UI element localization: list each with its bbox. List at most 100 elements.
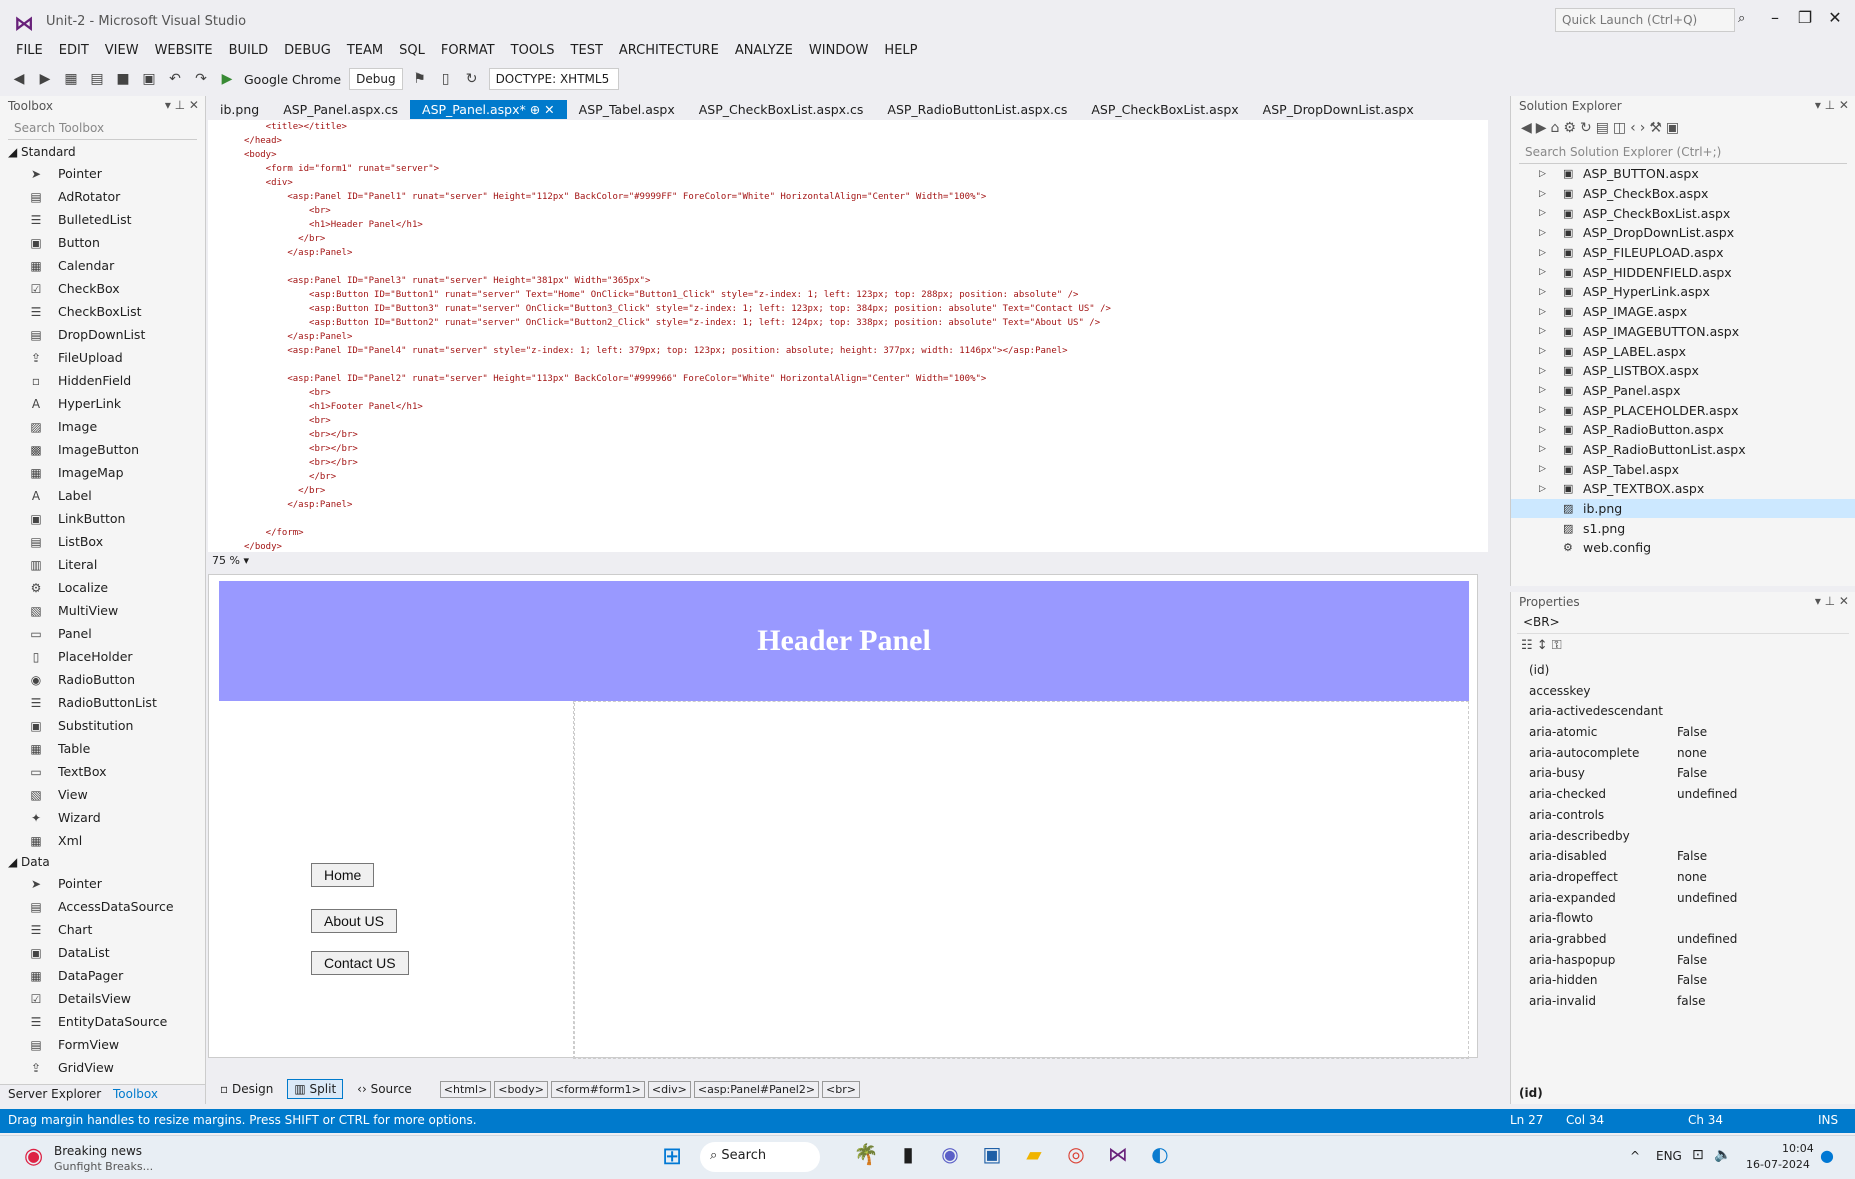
- toolbox-item-multiview[interactable]: ▧ MultiView: [0, 599, 205, 622]
- code-line[interactable]: </asp:Panel>: [208, 330, 1488, 344]
- visual-studio-icon[interactable]: ⋈: [1102, 1142, 1134, 1166]
- menu-help[interactable]: HELP: [876, 40, 925, 64]
- doctype-dropdown[interactable]: DOCTYPE: XHTML5: [488, 68, 619, 90]
- button-panel[interactable]: Home About US Contact US: [219, 703, 575, 1059]
- expand-icon[interactable]: ▷: [1539, 267, 1553, 277]
- property-value[interactable]: False: [1677, 846, 1855, 867]
- toolbox-item-substitution[interactable]: ▣ Substitution: [0, 714, 205, 737]
- toolbox-item-table[interactable]: ▦ Table: [0, 737, 205, 760]
- property-value[interactable]: none: [1677, 743, 1855, 764]
- property-value[interactable]: [1677, 701, 1855, 722]
- task-view-icon[interactable]: ▮: [892, 1142, 924, 1166]
- code-line[interactable]: <h1>Footer Panel</h1>: [208, 400, 1488, 414]
- expand-icon[interactable]: ▷: [1539, 405, 1553, 415]
- toolbox-item-xml[interactable]: ▦ Xml: [0, 829, 205, 852]
- expand-icon[interactable]: ▷: [1539, 425, 1553, 435]
- toolbox-item-hiddenfield[interactable]: ▫ HiddenField: [0, 369, 205, 392]
- breadcrumb-tag[interactable]: <body>: [494, 1080, 548, 1098]
- property-value[interactable]: undefined: [1677, 929, 1855, 950]
- expand-icon[interactable]: ▷: [1539, 444, 1553, 454]
- toolbox-data-item-datapager[interactable]: ▦ DataPager: [0, 964, 205, 987]
- toolbox-item-image[interactable]: ▨ Image: [0, 415, 205, 438]
- code-line[interactable]: [208, 512, 1488, 526]
- toolbox-item-dropdownlist[interactable]: ▤ DropDownList: [0, 323, 205, 346]
- menu-view[interactable]: VIEW: [97, 40, 147, 64]
- search-icon[interactable]: ⌕: [1738, 11, 1745, 26]
- code-line[interactable]: </asp:Panel>: [208, 498, 1488, 512]
- tab-asp-radiobuttonlist-aspx-cs[interactable]: ASP_RadioButtonList.aspx.cs: [875, 100, 1079, 119]
- breadcrumb-tag[interactable]: <form#form1>: [550, 1080, 645, 1098]
- object-selector[interactable]: <BR>: [1517, 612, 1849, 634]
- solution-item[interactable]: ▷ ▣ ASP_LISTBOX.aspx: [1511, 361, 1855, 381]
- solution-item[interactable]: ▷ ▣ ASP_HyperLink.aspx: [1511, 282, 1855, 302]
- expand-icon[interactable]: ▷: [1539, 484, 1553, 494]
- property-row[interactable]: aria-invalid false: [1511, 991, 1855, 1012]
- network-icon[interactable]: ⊡: [1692, 1147, 1704, 1163]
- code-line[interactable]: <br></br>: [208, 428, 1488, 442]
- toolbox-group-data[interactable]: ◢ Data: [0, 852, 205, 872]
- property-value[interactable]: False: [1677, 950, 1855, 971]
- solution-item[interactable]: ▷ ▣ ASP_PLACEHOLDER.aspx: [1511, 400, 1855, 420]
- restore-button[interactable]: ❐: [1792, 8, 1818, 27]
- menu-edit[interactable]: EDIT: [51, 40, 97, 64]
- code-line[interactable]: <body>: [208, 148, 1488, 162]
- property-value[interactable]: False: [1677, 763, 1855, 784]
- property-value[interactable]: [1677, 908, 1855, 929]
- close-button[interactable]: ✕: [1822, 8, 1848, 27]
- code-line[interactable]: <br>: [208, 386, 1488, 400]
- toolbox-item-radiobutton[interactable]: ◉ RadioButton: [0, 668, 205, 691]
- property-row[interactable]: aria-flowto: [1511, 908, 1855, 929]
- solution-item[interactable]: ▨ s1.png: [1511, 518, 1855, 538]
- property-row[interactable]: aria-haspopup False: [1511, 950, 1855, 971]
- toolbox-item-linkbutton[interactable]: ▣ LinkButton: [0, 507, 205, 530]
- code-line[interactable]: <asp:Panel ID="Panel2" runat="server" He…: [208, 372, 1488, 386]
- toolbox-item-hyperlink[interactable]: A HyperLink: [0, 392, 205, 415]
- solution-item[interactable]: ▷ ▣ ASP_RadioButtonList.aspx: [1511, 440, 1855, 460]
- code-line[interactable]: <div>: [208, 176, 1488, 190]
- toolbox-item-imagemap[interactable]: ▦ ImageMap: [0, 461, 205, 484]
- property-value[interactable]: [1677, 681, 1855, 702]
- windows-start-icon[interactable]: ⊞: [662, 1142, 682, 1170]
- zoom-level[interactable]: 75 % ▾: [208, 552, 1488, 570]
- code-line[interactable]: </br>: [208, 470, 1488, 484]
- menu-analyze[interactable]: ANALYZE: [727, 40, 801, 64]
- code-line[interactable]: <br></br>: [208, 442, 1488, 456]
- property-value[interactable]: none: [1677, 867, 1855, 888]
- expand-icon[interactable]: ▷: [1539, 189, 1553, 199]
- tab-asp-checkboxlist-aspx-cs[interactable]: ASP_CheckBoxList.aspx.cs: [687, 100, 876, 119]
- solution-item[interactable]: ▨ ib.png: [1511, 498, 1855, 519]
- menu-team[interactable]: TEAM: [339, 40, 391, 64]
- property-row[interactable]: aria-atomic False: [1511, 722, 1855, 743]
- solution-item[interactable]: ▷ ▣ ASP_CheckBox.aspx: [1511, 184, 1855, 204]
- server-explorer-tab[interactable]: Server Explorer: [8, 1087, 101, 1101]
- toolbox-item-pointer[interactable]: ➤ Pointer: [0, 162, 205, 185]
- code-line[interactable]: <asp:Panel ID="Panel3" runat="server" He…: [208, 274, 1488, 288]
- toolbox-item-adrotator[interactable]: ▤ AdRotator: [0, 185, 205, 208]
- palm-tree-icon[interactable]: 🌴: [850, 1142, 882, 1166]
- refresh-icon[interactable]: ↻: [463, 71, 481, 87]
- menu-window[interactable]: WINDOW: [801, 40, 877, 64]
- news-title[interactable]: Breaking news: [54, 1144, 142, 1158]
- menu-architecture[interactable]: ARCHITECTURE: [611, 40, 727, 64]
- chrome-icon[interactable]: ◎: [1060, 1142, 1092, 1166]
- toolbox-item-checkboxlist[interactable]: ☰ CheckBoxList: [0, 300, 205, 323]
- design-view-button[interactable]: ▫ Design: [214, 1080, 279, 1098]
- toolbox-item-textbox[interactable]: ▭ TextBox: [0, 760, 205, 783]
- breadcrumb-tag[interactable]: <asp:Panel#Panel2>: [693, 1080, 820, 1098]
- code-line[interactable]: </br>: [208, 484, 1488, 498]
- toolbox-item-literal[interactable]: ▥ Literal: [0, 553, 205, 576]
- solution-item[interactable]: ▷ ▣ ASP_RadioButton.aspx: [1511, 420, 1855, 440]
- expand-icon[interactable]: ▷: [1539, 169, 1553, 179]
- attach-icon[interactable]: ⚑: [411, 71, 429, 87]
- expand-icon[interactable]: ▷: [1539, 287, 1553, 297]
- code-line[interactable]: <asp:Button ID="Button1" runat="server" …: [208, 288, 1488, 302]
- code-line[interactable]: </form>: [208, 526, 1488, 540]
- property-row[interactable]: aria-checked undefined: [1511, 784, 1855, 805]
- property-row[interactable]: aria-autocomplete none: [1511, 743, 1855, 764]
- toolbox-item-radiobuttonlist[interactable]: ☰ RadioButtonList: [0, 691, 205, 714]
- save-all-icon[interactable]: ▣: [140, 71, 158, 87]
- toolbox-item-panel[interactable]: ▭ Panel: [0, 622, 205, 645]
- code-line[interactable]: [208, 260, 1488, 274]
- code-line[interactable]: </head>: [208, 134, 1488, 148]
- language-indicator[interactable]: ENG: [1656, 1149, 1682, 1163]
